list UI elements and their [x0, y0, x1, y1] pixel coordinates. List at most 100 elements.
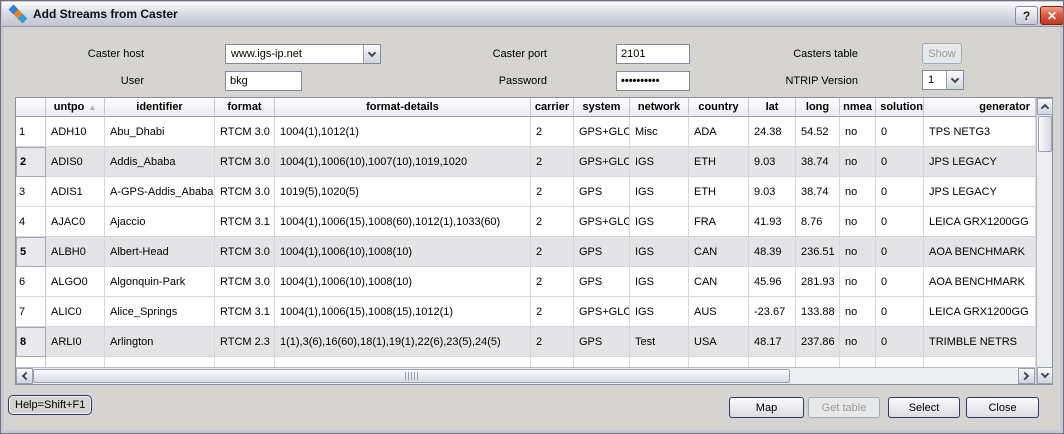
table-cell[interactable]: 0: [876, 177, 924, 207]
table-cell[interactable]: ADH10: [46, 117, 105, 147]
table-cell[interactable]: -23.67: [749, 297, 796, 327]
caster-host-combo[interactable]: www.igs-ip.net: [225, 44, 381, 64]
table-row[interactable]: 8ARLI0ArlingtonRTCM 2.31(1),3(6),16(60),…: [16, 327, 1036, 357]
row-number[interactable]: 3: [16, 177, 46, 207]
titlebar[interactable]: Add Streams from Caster ? ✕: [2, 2, 1064, 27]
table-cell[interactable]: AOA BENCHMARK: [924, 267, 1036, 297]
table-cell[interactable]: 8.76: [796, 207, 840, 237]
table-cell[interactable]: 0: [876, 237, 924, 267]
table-cell[interactable]: IGS: [630, 177, 689, 207]
column-header-generator[interactable]: generator: [924, 98, 1036, 117]
table-cell[interactable]: 9.03: [749, 147, 796, 177]
table-cell[interactable]: 2: [531, 117, 574, 147]
table-cell[interactable]: A-GPS-Addis_Ababa: [105, 177, 215, 207]
table-cell[interactable]: Addis_Ababa: [105, 147, 215, 177]
table-cell[interactable]: 0: [876, 267, 924, 297]
table-cell[interactable]: 1004(1),1012(1): [275, 117, 531, 147]
table-cell[interactable]: TPS NETG3: [924, 117, 1036, 147]
table-cell[interactable]: JPS LEGACY: [924, 147, 1036, 177]
table-cell[interactable]: 0: [876, 297, 924, 327]
table-cell[interactable]: 2: [531, 177, 574, 207]
column-header-lat[interactable]: lat: [749, 98, 796, 117]
table-cell[interactable]: 1(1),3(6),16(60),18(1),19(1),22(6),23(5)…: [275, 327, 531, 357]
table-cell[interactable]: 1004(1),1006(10),1007(10),1019,1020: [275, 147, 531, 177]
scroll-up-icon[interactable]: [1037, 98, 1053, 115]
ntrip-version-combo[interactable]: 1: [922, 70, 964, 90]
table-cell[interactable]: FRA: [689, 207, 749, 237]
table-row[interactable]: 5ALBH0Albert-HeadRTCM 3.01004(1),1006(10…: [16, 237, 1036, 267]
table-cell[interactable]: Arlington: [105, 327, 215, 357]
titlebar-help-button[interactable]: ?: [1015, 6, 1038, 25]
table-cell[interactable]: 38.74: [796, 177, 840, 207]
table-cell[interactable]: GPS+GLO: [574, 117, 630, 147]
column-header-format-details[interactable]: format-details: [275, 98, 531, 117]
close-button[interactable]: Close: [966, 397, 1039, 418]
table-cell[interactable]: 236.51: [796, 237, 840, 267]
row-number[interactable]: 5: [16, 237, 46, 267]
user-input[interactable]: [225, 71, 302, 91]
column-header-country[interactable]: country: [689, 98, 749, 117]
horizontal-scrollbar[interactable]: [16, 367, 1035, 384]
table-cell[interactable]: no: [840, 147, 876, 177]
table-cell[interactable]: 133.88: [796, 297, 840, 327]
table-cell[interactable]: no: [840, 237, 876, 267]
table-cell[interactable]: RTCM 3.0: [215, 117, 275, 147]
table-cell[interactable]: Misc: [630, 117, 689, 147]
table-cell[interactable]: Ajaccio: [105, 207, 215, 237]
vertical-scrollbar[interactable]: [1036, 98, 1052, 384]
table-cell[interactable]: IGS: [630, 297, 689, 327]
table-cell[interactable]: IGS: [630, 267, 689, 297]
titlebar-close-button[interactable]: ✕: [1040, 6, 1064, 25]
table-cell[interactable]: LEICA GRX1200GG: [924, 207, 1036, 237]
column-header-solution[interactable]: solution: [876, 98, 924, 117]
chevron-down-icon[interactable]: [946, 71, 963, 89]
caster-port-input[interactable]: [616, 44, 690, 64]
show-button[interactable]: Show: [922, 43, 962, 64]
table-cell[interactable]: 1004(1),1006(10),1008(10): [275, 237, 531, 267]
table-cell[interactable]: 48.39: [749, 237, 796, 267]
table-cell[interactable]: 1004(1),1006(10),1008(10): [275, 267, 531, 297]
header-corner-cell[interactable]: [16, 98, 46, 117]
table-cell[interactable]: GPS+GLO: [574, 297, 630, 327]
table-cell[interactable]: ALIC0: [46, 297, 105, 327]
row-number[interactable]: 2: [16, 147, 46, 177]
table-cell[interactable]: ALBH0: [46, 237, 105, 267]
table-cell[interactable]: RTCM 3.0: [215, 147, 275, 177]
table-cell[interactable]: 2: [531, 147, 574, 177]
table-cell[interactable]: Test: [630, 327, 689, 357]
scroll-left-icon[interactable]: [16, 368, 33, 384]
table-cell[interactable]: Abu_Dhabi: [105, 117, 215, 147]
table-row[interactable]: 2ADIS0Addis_AbabaRTCM 3.01004(1),1006(10…: [16, 147, 1036, 177]
vertical-scroll-thumb[interactable]: [1038, 116, 1052, 152]
column-header-untpo[interactable]: untpo▲: [46, 98, 105, 117]
table-cell[interactable]: ARLI0: [46, 327, 105, 357]
column-header-nmea[interactable]: nmea: [840, 98, 876, 117]
table-cell[interactable]: 48.17: [749, 327, 796, 357]
table-cell[interactable]: AJAC0: [46, 207, 105, 237]
table-cell[interactable]: ALGO0: [46, 267, 105, 297]
column-header-system[interactable]: system: [574, 98, 630, 117]
table-cell[interactable]: 45.96: [749, 267, 796, 297]
table-cell[interactable]: RTCM 3.0: [215, 267, 275, 297]
table-cell[interactable]: IGS: [630, 237, 689, 267]
table-cell[interactable]: no: [840, 207, 876, 237]
table-cell[interactable]: 1004(1),1006(15),1008(15),1012(1): [275, 297, 531, 327]
table-cell[interactable]: ETH: [689, 177, 749, 207]
row-number[interactable]: 7: [16, 297, 46, 327]
table-cell[interactable]: ETH: [689, 147, 749, 177]
table-cell[interactable]: no: [840, 117, 876, 147]
map-button[interactable]: Map: [729, 397, 804, 418]
table-cell[interactable]: 2: [531, 267, 574, 297]
table-cell[interactable]: 0: [876, 117, 924, 147]
table-cell[interactable]: 9.03: [749, 177, 796, 207]
table-cell[interactable]: RTCM 2.3: [215, 327, 275, 357]
table-cell[interactable]: RTCM 3.1: [215, 297, 275, 327]
table-cell[interactable]: 0: [876, 147, 924, 177]
table-cell[interactable]: GPS: [574, 327, 630, 357]
table-cell[interactable]: no: [840, 177, 876, 207]
table-row[interactable]: 6ALGO0Algonquin-ParkRTCM 3.01004(1),1006…: [16, 267, 1036, 297]
table-cell[interactable]: CAN: [689, 267, 749, 297]
table-cell[interactable]: 41.93: [749, 207, 796, 237]
table-cell[interactable]: ADA: [689, 117, 749, 147]
column-header-carrier[interactable]: carrier: [531, 98, 574, 117]
